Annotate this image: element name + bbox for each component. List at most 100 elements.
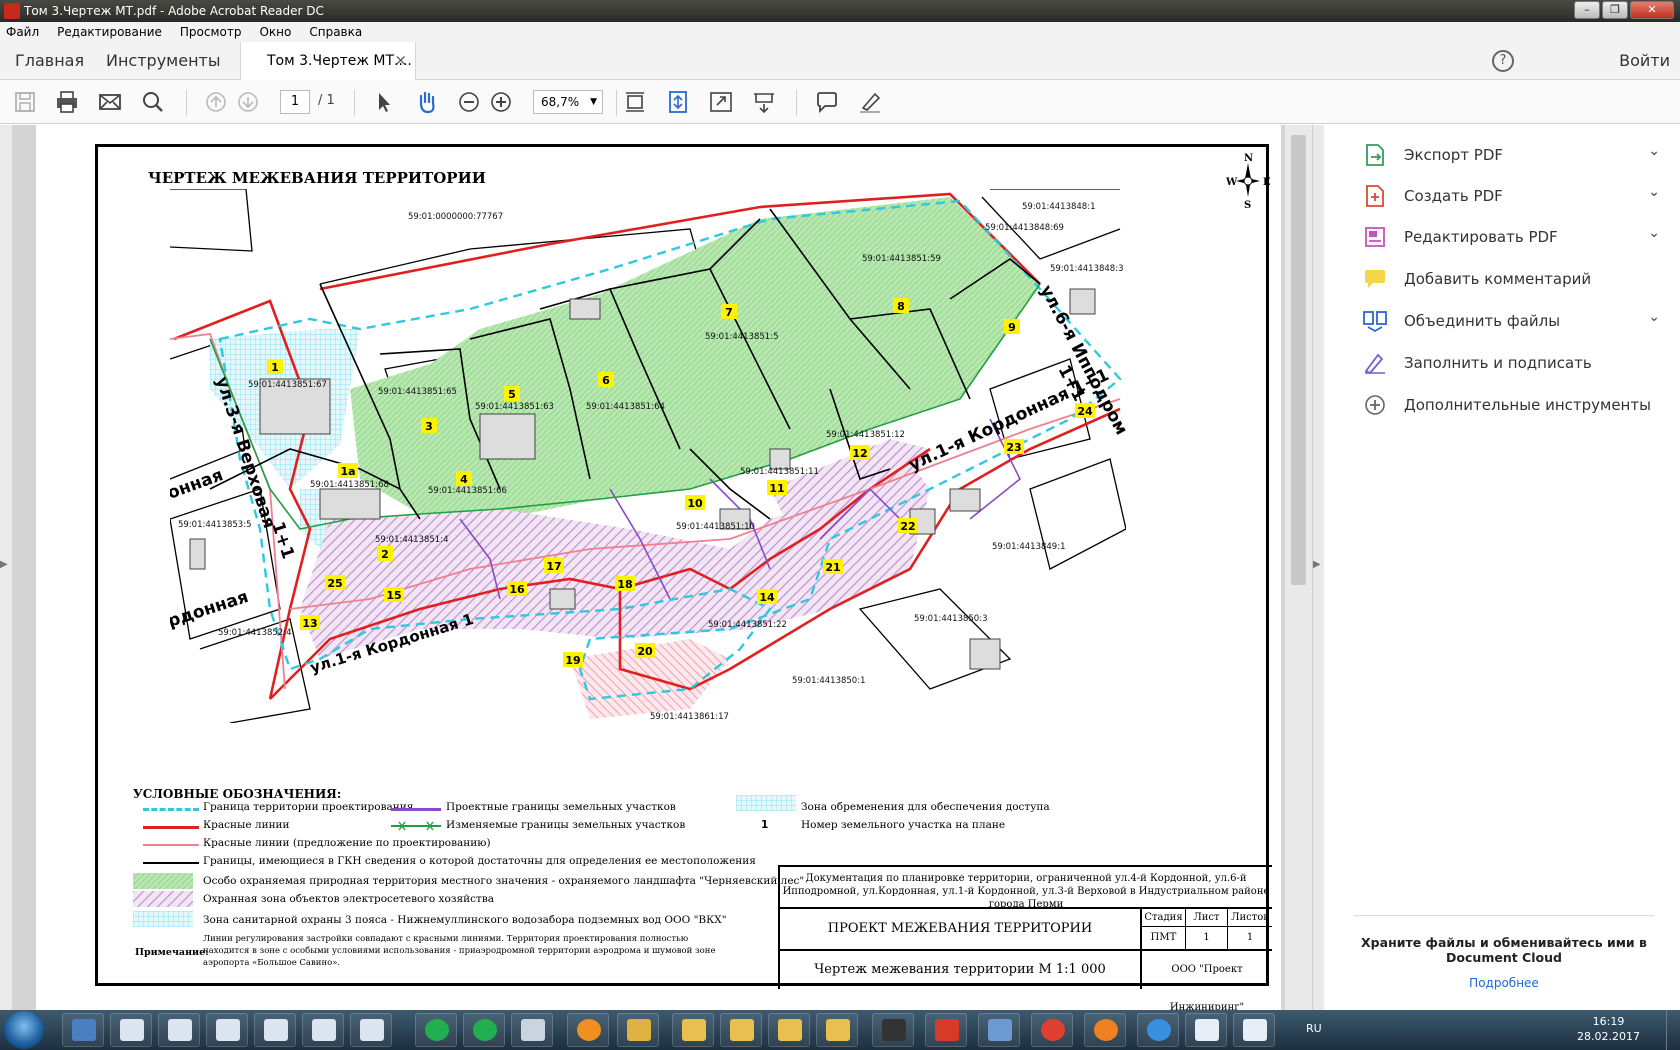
taskbar-app-button[interactable] <box>206 1013 248 1047</box>
help-icon[interactable]: ? <box>1492 50 1514 72</box>
taskbar-app-button[interactable] <box>872 1013 914 1047</box>
taskbar-app-button[interactable] <box>816 1013 858 1047</box>
fit-page-icon[interactable] <box>665 90 691 114</box>
print-icon[interactable] <box>54 90 80 114</box>
tool-label: Добавить комментарий <box>1404 270 1592 288</box>
document-viewport[interactable]: ▶ ЧЕРТЕЖ МЕЖЕВАНИЯ ТЕРРИТОРИИ N S W E ул… <box>0 125 1312 1013</box>
menu-edit[interactable]: Редактирование <box>57 25 162 39</box>
vertical-scrollbar[interactable] <box>1285 125 1312 1010</box>
window-icon <box>216 1019 240 1041</box>
taskbar-app-button[interactable] <box>62 1013 104 1047</box>
page-down-icon[interactable] <box>235 90 261 114</box>
menu-view[interactable]: Просмотр <box>180 25 242 39</box>
taskbar-app-button[interactable] <box>302 1013 344 1047</box>
read-mode-icon[interactable] <box>751 90 777 114</box>
cadastral-number: 59:01:4413851:66 <box>428 486 507 496</box>
cadastral-number: 59:01:4413850:3 <box>914 614 988 624</box>
menu-file[interactable]: Файл <box>6 25 39 39</box>
tab-home[interactable]: Главная <box>15 51 84 70</box>
cadastral-number: 59:01:4413851:11 <box>740 467 819 477</box>
legend-item: Изменяемые границы земельных участков <box>446 819 686 831</box>
save-icon[interactable] <box>12 90 38 114</box>
parcel-number: 13 <box>302 617 317 630</box>
close-window-button[interactable]: ✕ <box>1630 1 1674 19</box>
parcel-number: 1а <box>340 465 355 478</box>
legend-swatch <box>143 808 199 811</box>
comment-icon[interactable] <box>814 90 840 114</box>
zoom-out-icon[interactable] <box>456 90 482 114</box>
cadastral-number: 59:01:4413848:3 <box>1050 264 1124 274</box>
taskbar-app-button[interactable] <box>978 1013 1020 1047</box>
tab-document[interactable]: Том 3.Чертеж МТ.... × <box>240 42 416 80</box>
right-panel-toggle[interactable]: ▶ <box>1312 125 1324 1010</box>
taskbar-app-button[interactable] <box>1084 1013 1126 1047</box>
left-panel-toggle[interactable]: ▶ <box>0 125 12 1010</box>
menu-help[interactable]: Справка <box>309 25 362 39</box>
highlight-pen-icon[interactable] <box>857 90 883 114</box>
zoom-in-icon[interactable] <box>488 90 514 114</box>
taskbar-app-button[interactable] <box>511 1013 553 1047</box>
email-icon[interactable] <box>97 90 123 114</box>
taskbar-app-button[interactable] <box>1185 1013 1227 1047</box>
minimize-button[interactable]: – <box>1574 1 1600 19</box>
clock[interactable]: 16:19 28.02.2017 <box>1577 1014 1640 1044</box>
taskbar: RU 16:19 28.02.2017 <box>0 1010 1680 1050</box>
taskbar-app-button[interactable] <box>350 1013 392 1047</box>
language-indicator[interactable]: RU <box>1306 1022 1322 1035</box>
taskbar-app-button[interactable] <box>254 1013 296 1047</box>
chrome-icon <box>1041 1019 1065 1041</box>
tool-combine-files[interactable]: Объединить файлы ⌄ <box>1362 307 1662 337</box>
title-block-project: ПРОЕКТ МЕЖЕВАНИЯ ТЕРРИТОРИИ <box>780 909 1142 951</box>
show-desktop-button[interactable] <box>1666 1010 1680 1050</box>
tool-edit-pdf[interactable]: Редактировать PDF ⌄ <box>1362 223 1662 253</box>
taskbar-app-button[interactable] <box>463 1013 505 1047</box>
taskbar-app-button[interactable] <box>720 1013 762 1047</box>
chevron-down-icon[interactable]: ⌄ <box>1648 309 1660 325</box>
taskbar-app-button[interactable] <box>1031 1013 1073 1047</box>
parcel-number: 8 <box>897 300 905 313</box>
scrollbar-thumb[interactable] <box>1291 135 1306 585</box>
learn-more-link[interactable]: Подробнее <box>1354 976 1654 990</box>
tool-label: Экспорт PDF <box>1404 146 1504 164</box>
page-number-input[interactable]: 1 <box>280 90 310 114</box>
tab-close-icon[interactable]: × <box>394 51 407 69</box>
taskbar-app-button[interactable] <box>110 1013 152 1047</box>
taskbar-app-button[interactable] <box>925 1013 967 1047</box>
chevron-down-icon[interactable]: ⌄ <box>1648 184 1660 200</box>
tool-export-pdf[interactable]: Экспорт PDF ⌄ <box>1362 141 1662 171</box>
chevron-down-icon[interactable]: ⌄ <box>1648 225 1660 241</box>
full-screen-icon[interactable] <box>708 90 734 114</box>
taskbar-app-button[interactable] <box>567 1013 609 1047</box>
tool-create-pdf[interactable]: Создать PDF ⌄ <box>1362 182 1662 212</box>
tab-tools[interactable]: Инструменты <box>106 51 221 70</box>
taskbar-app-button[interactable] <box>617 1013 659 1047</box>
start-orb-icon[interactable] <box>4 1011 44 1049</box>
restore-button[interactable]: ❐ <box>1602 1 1628 19</box>
taskbar-app-button[interactable] <box>1137 1013 1179 1047</box>
tool-add-comment[interactable]: Добавить комментарий <box>1362 265 1662 295</box>
compass-e: E <box>1263 177 1270 188</box>
chevron-down-icon[interactable]: ⌄ <box>1648 143 1660 159</box>
tool-more-tools[interactable]: Дополнительные инструменты <box>1362 391 1662 421</box>
compass-s: S <box>1244 200 1251 209</box>
taskbar-app-button[interactable] <box>415 1013 457 1047</box>
scroll-mode-icon[interactable] <box>622 90 648 114</box>
signin-button[interactable]: Войти <box>1619 51 1670 70</box>
cadastral-number: 59:01:0000000:77767 <box>408 212 503 222</box>
title-block-sheet: 1 <box>1186 927 1228 951</box>
legend-item: Красные линии <box>203 819 290 831</box>
taskbar-app-button[interactable] <box>672 1013 714 1047</box>
tool-fill-sign[interactable]: Заполнить и подписать <box>1362 349 1662 379</box>
menu-window[interactable]: Окно <box>259 25 291 39</box>
page-up-icon[interactable] <box>203 90 229 114</box>
legend-swatch <box>391 821 441 831</box>
taskbar-app-button[interactable] <box>158 1013 200 1047</box>
search-icon[interactable] <box>140 90 166 114</box>
select-arrow-icon[interactable] <box>371 90 397 114</box>
zoom-select[interactable]: 68,7% ▼ <box>533 90 603 114</box>
parcel-number: 16 <box>509 583 525 596</box>
taskbar-app-button[interactable] <box>1233 1013 1275 1047</box>
taskbar-app-button[interactable] <box>768 1013 810 1047</box>
hand-icon[interactable] <box>414 90 440 114</box>
parcel-number: 1 <box>271 361 279 374</box>
